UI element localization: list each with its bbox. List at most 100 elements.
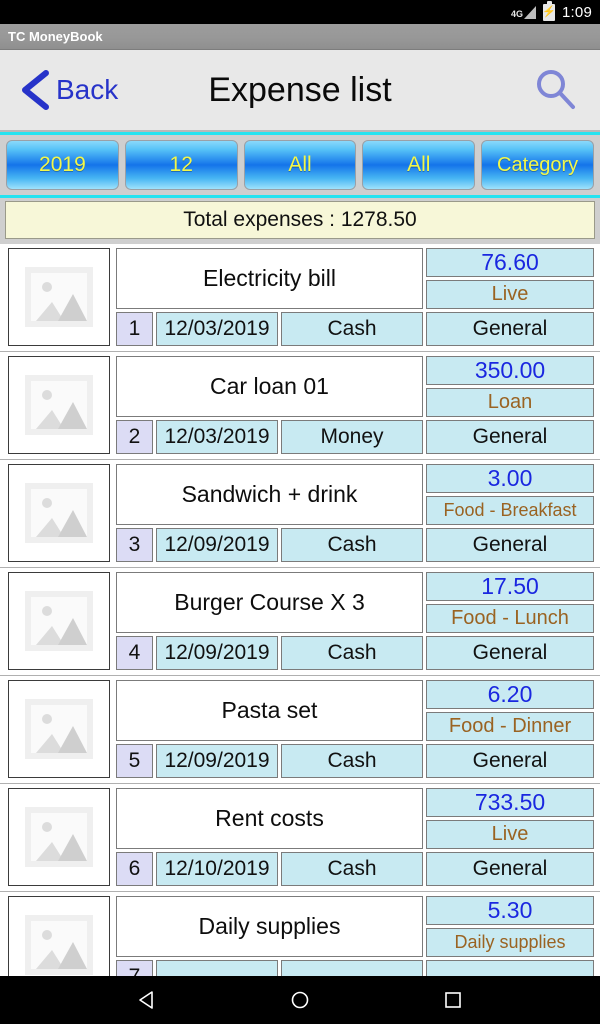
clock-label: 1:09 bbox=[562, 3, 592, 21]
total-expenses-value: Total expenses : 1278.50 bbox=[5, 201, 595, 239]
back-button-label: Back bbox=[56, 74, 119, 105]
expense-amount: 3.00 bbox=[426, 464, 594, 493]
nav-recents-square-icon[interactable] bbox=[442, 989, 464, 1011]
expense-thumbnail[interactable] bbox=[8, 788, 110, 886]
filter-year-button[interactable]: 2019 bbox=[6, 140, 119, 190]
expense-category: Loan bbox=[426, 388, 594, 417]
expense-amount: 76.60 bbox=[426, 248, 594, 277]
expense-amount-column: 76.60 Live bbox=[426, 248, 594, 309]
expense-thumbnail[interactable] bbox=[8, 896, 110, 976]
expense-name: Electricity bill bbox=[116, 248, 423, 309]
android-nav-bar bbox=[0, 976, 600, 1024]
expense-account bbox=[426, 960, 594, 976]
expense-name: Pasta set bbox=[116, 680, 423, 741]
expense-category: Food - Lunch bbox=[426, 604, 594, 633]
expense-name: Burger Course X 3 bbox=[116, 572, 423, 633]
filter-month-button[interactable]: 12 bbox=[124, 140, 238, 190]
expense-row-top: Electricity bill 76.60 Live bbox=[116, 248, 594, 309]
screen-header: Back Expense list bbox=[0, 50, 600, 132]
expense-account: General bbox=[426, 528, 594, 562]
status-bar: 4G ⚡ 1:09 bbox=[0, 0, 600, 24]
expense-index: 2 bbox=[116, 420, 153, 454]
expense-row-bottom: 2 12/03/2019 Money General bbox=[116, 420, 594, 454]
filter-account-label: All bbox=[407, 153, 431, 176]
network-type-label: 4G bbox=[510, 8, 523, 19]
expense-row-bottom: 7 bbox=[116, 960, 594, 976]
expense-amount-column: 3.00 Food - Breakfast bbox=[426, 464, 594, 525]
signal-triangle-icon bbox=[524, 5, 536, 19]
expense-name: Car loan 01 bbox=[116, 356, 423, 417]
expense-thumbnail[interactable] bbox=[8, 572, 110, 670]
back-button[interactable]: Back bbox=[0, 68, 118, 112]
expense-row-top: Pasta set 6.20 Food - Dinner bbox=[116, 680, 594, 741]
expense-list[interactable]: Electricity bill 76.60 Live 1 12/03/2019 Cash… bbox=[0, 244, 600, 976]
expense-date: 12/09/2019 bbox=[156, 744, 278, 778]
expense-thumbnail[interactable] bbox=[8, 248, 110, 346]
expense-date bbox=[156, 960, 278, 976]
expense-thumbnail[interactable] bbox=[8, 680, 110, 778]
expense-account: General bbox=[426, 744, 594, 778]
total-expenses-bar: Total expenses : 1278.50 bbox=[0, 198, 600, 244]
app-title-bar: TC MoneyBook bbox=[0, 24, 600, 50]
expense-date: 12/10/2019 bbox=[156, 852, 278, 886]
image-placeholder-icon bbox=[25, 483, 93, 543]
expense-row[interactable]: Electricity bill 76.60 Live 1 12/03/2019 Cash… bbox=[0, 244, 600, 352]
battery-charging-icon: ⚡ bbox=[542, 0, 556, 21]
expense-row[interactable]: Sandwich + drink 3.00 Food - Breakfast 3 12/… bbox=[0, 460, 600, 568]
chevron-left-icon bbox=[22, 70, 49, 110]
search-button[interactable] bbox=[532, 66, 580, 114]
expense-row[interactable]: Daily supplies5.30Daily supplies 7 bbox=[0, 892, 600, 976]
expense-account: General bbox=[426, 636, 594, 670]
expense-date: 12/09/2019 bbox=[156, 528, 278, 562]
filter-year-label: 2019 bbox=[39, 153, 86, 176]
expense-payment-method bbox=[281, 960, 423, 976]
expense-account: General bbox=[426, 420, 594, 454]
expense-row[interactable]: Burger Course X 3 17.50 Food - Lunch 4 12/09… bbox=[0, 568, 600, 676]
expense-row-bottom: 6 12/10/2019 Cash General bbox=[116, 852, 594, 886]
expense-amount-column: 5.30 Daily supplies bbox=[426, 896, 594, 957]
expense-name: Sandwich + drink bbox=[116, 464, 423, 525]
image-placeholder-icon bbox=[25, 915, 93, 975]
expense-amount-column: 733.50 Live bbox=[426, 788, 594, 849]
nav-home-circle-icon[interactable] bbox=[289, 989, 311, 1011]
image-placeholder-icon bbox=[25, 807, 93, 867]
expense-category: Live bbox=[426, 820, 594, 849]
filter-month-label: 12 bbox=[169, 153, 193, 176]
expense-row[interactable]: Pasta set 6.20 Food - Dinner 5 12/09/2019 Cas… bbox=[0, 676, 600, 784]
app-root: 4G ⚡ 1:09 TC MoneyBook Back Expense list… bbox=[0, 0, 600, 1024]
filter-account-button[interactable]: All bbox=[362, 140, 476, 190]
expense-category: Food - Breakfast bbox=[426, 496, 594, 525]
expense-row-body: Burger Course X 3 17.50 Food - Lunch 4 12/09… bbox=[116, 572, 594, 670]
image-placeholder-icon bbox=[25, 375, 93, 435]
expense-row-top: Car loan 01 350.00 Loan bbox=[116, 356, 594, 417]
filter-payment-label: All bbox=[288, 153, 312, 176]
expense-row[interactable]: Car loan 01 350.00 Loan 2 12/03/2019 Money Gen… bbox=[0, 352, 600, 460]
expense-row[interactable]: Rent costs 733.50 Live 6 12/10/2019 Cash Gener… bbox=[0, 784, 600, 892]
image-placeholder-icon bbox=[25, 699, 93, 759]
expense-row-top: Burger Course X 3 17.50 Food - Lunch bbox=[116, 572, 594, 633]
filter-category-button[interactable]: Category bbox=[481, 140, 594, 190]
expense-amount: 17.50 bbox=[426, 572, 594, 601]
expense-row-bottom: 1 12/03/2019 Cash General bbox=[116, 312, 594, 346]
expense-row-bottom: 5 12/09/2019 Cash General bbox=[116, 744, 594, 778]
bolt-glyph: ⚡ bbox=[542, 5, 556, 18]
nav-back-triangle-icon[interactable] bbox=[136, 989, 158, 1011]
expense-amount-column: 17.50 Food - Lunch bbox=[426, 572, 594, 633]
expense-payment-method: Cash bbox=[281, 312, 423, 346]
expense-amount: 350.00 bbox=[426, 356, 594, 385]
expense-payment-method: Cash bbox=[281, 852, 423, 886]
expense-name: Rent costs bbox=[116, 788, 423, 849]
expense-account: General bbox=[426, 852, 594, 886]
expense-amount: 733.50 bbox=[426, 788, 594, 817]
expense-thumbnail[interactable] bbox=[8, 464, 110, 562]
filter-bar: 2019 12 All All Category bbox=[0, 132, 600, 198]
expense-index: 4 bbox=[116, 636, 153, 670]
expense-amount-column: 6.20 Food - Dinner bbox=[426, 680, 594, 741]
expense-thumbnail[interactable] bbox=[8, 356, 110, 454]
expense-index: 3 bbox=[116, 528, 153, 562]
expense-payment-method: Cash bbox=[281, 744, 423, 778]
filter-payment-button[interactable]: All bbox=[243, 140, 357, 190]
expense-name: Daily supplies bbox=[116, 896, 423, 957]
expense-category: Daily supplies bbox=[426, 928, 594, 957]
network-status: 4G bbox=[510, 5, 536, 19]
